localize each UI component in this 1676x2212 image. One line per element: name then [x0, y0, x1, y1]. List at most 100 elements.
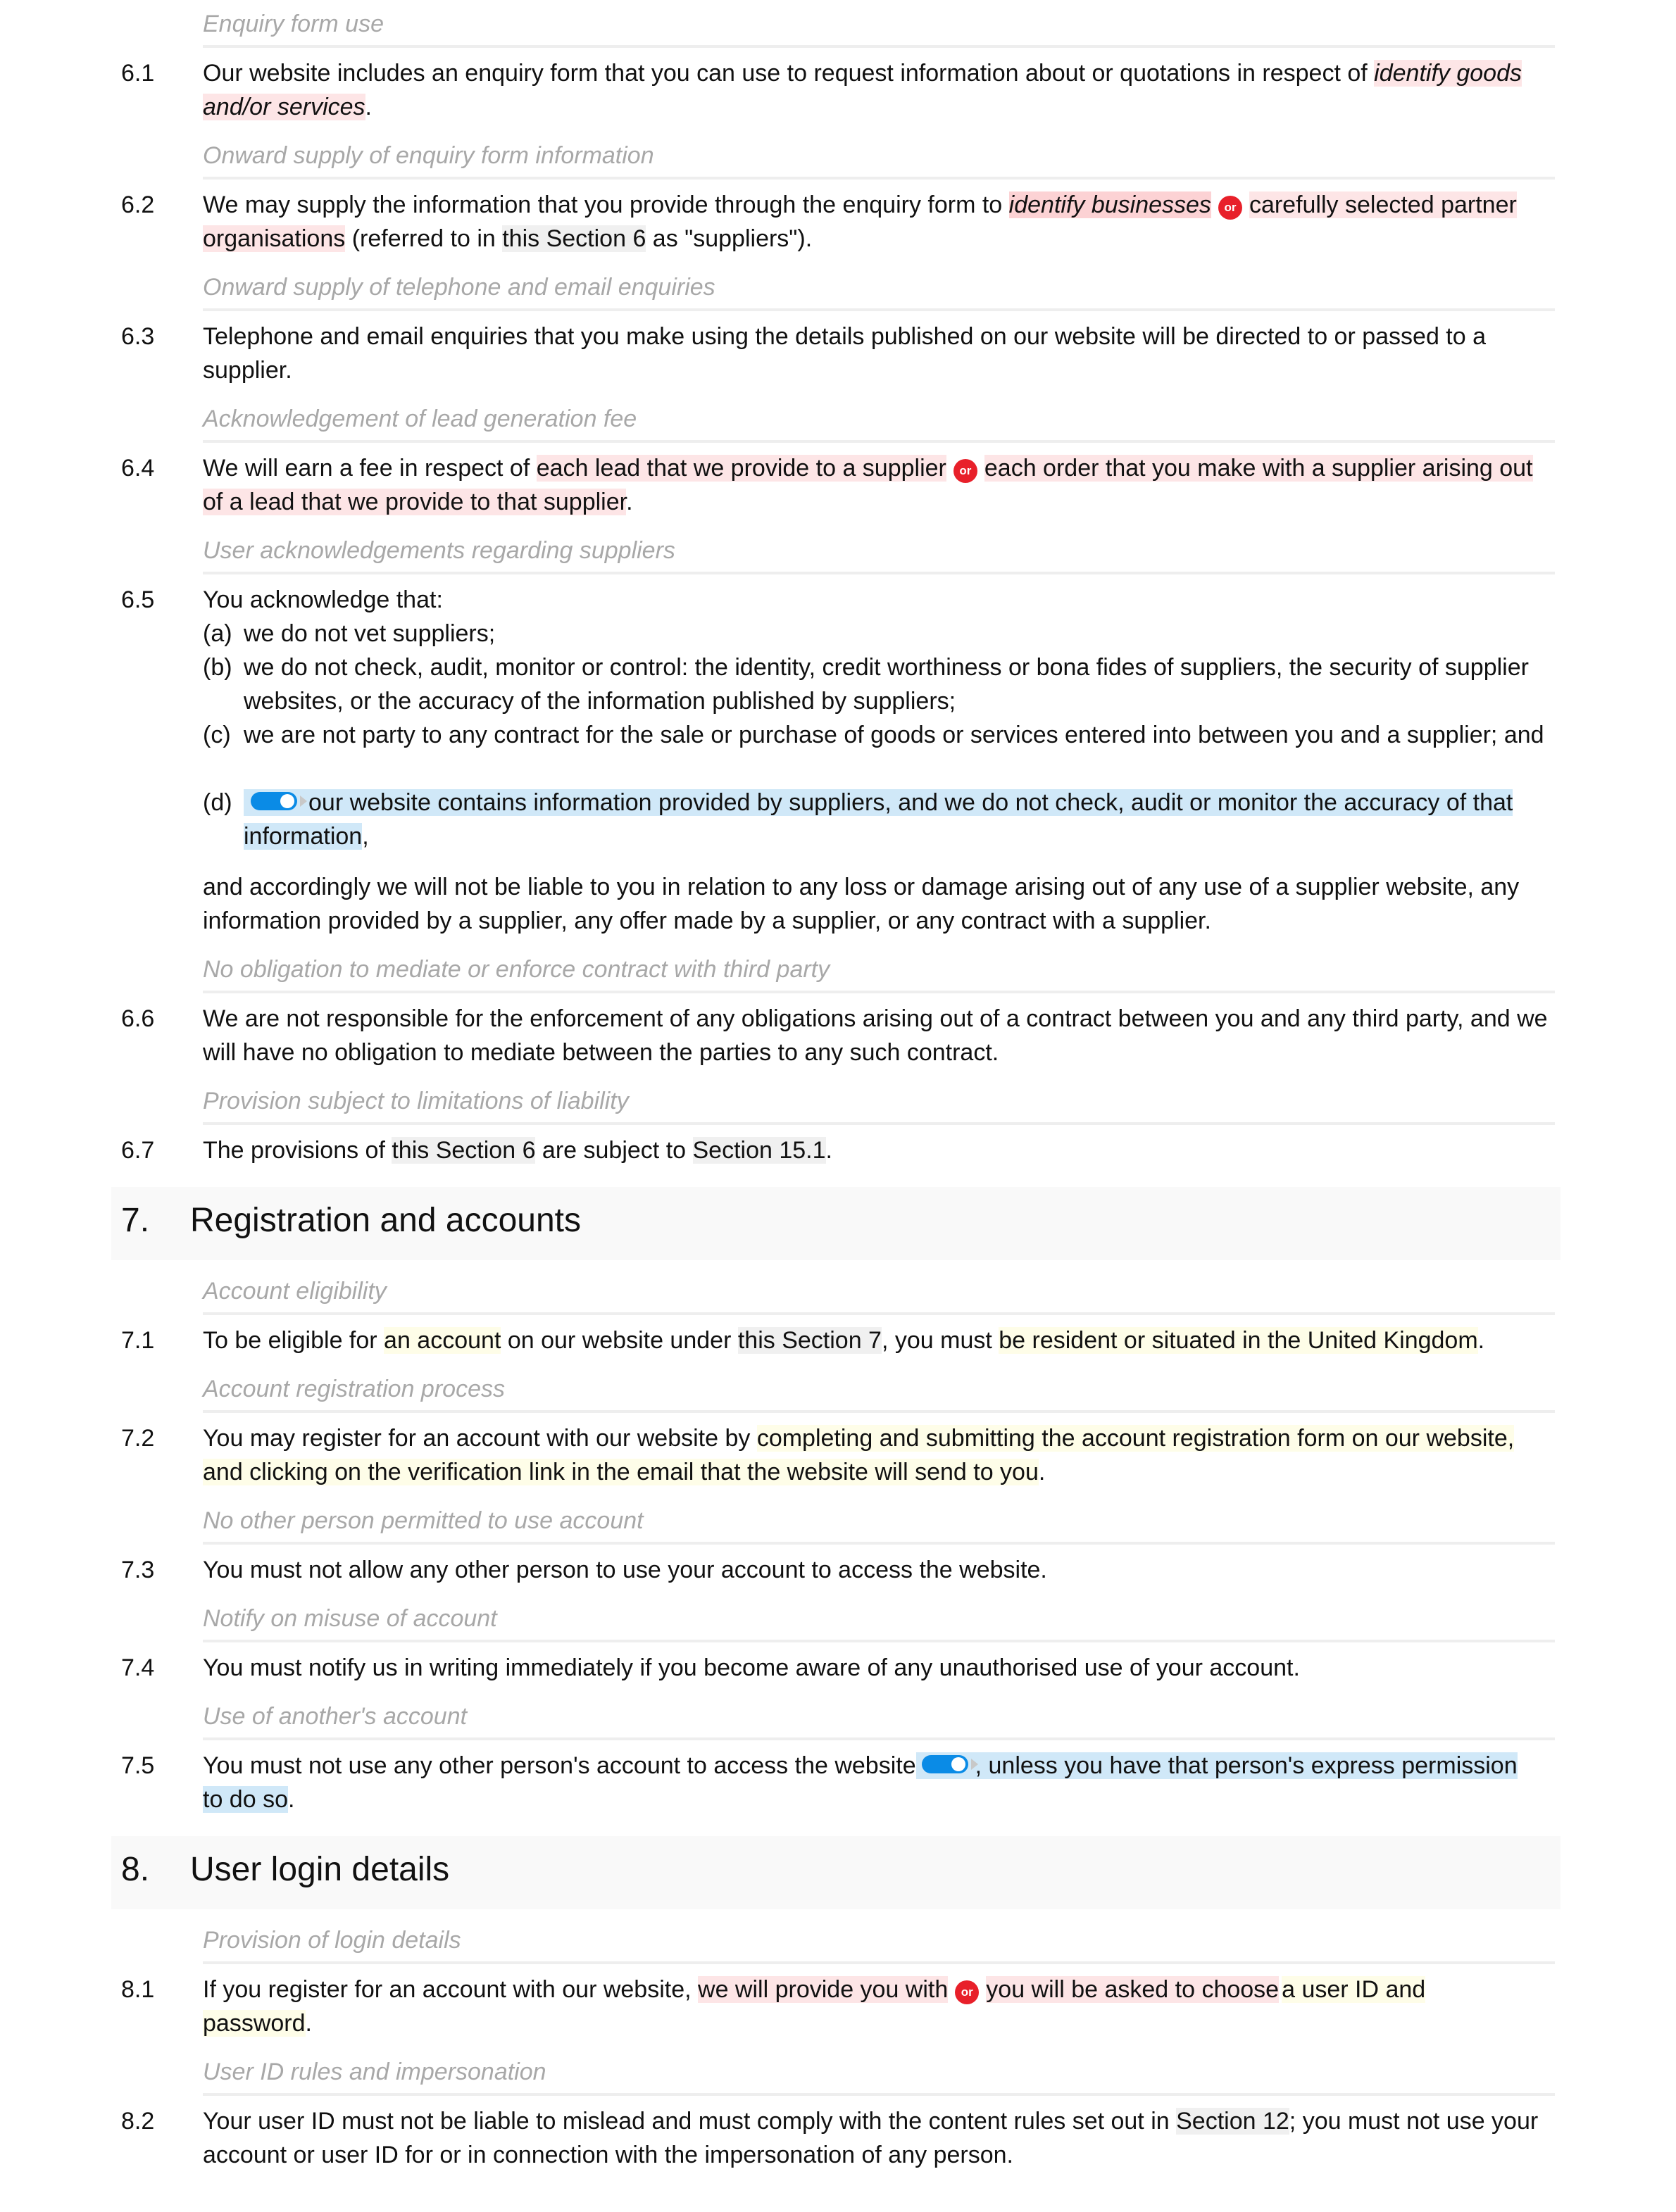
clause-text: supplier. — [203, 357, 292, 384]
clause-caption: Use of another's account — [203, 1703, 468, 1730]
sub-item-label: (a) — [203, 620, 232, 647]
option-each-order[interactable]: each order that you make with a supplier… — [984, 455, 1533, 482]
clause-text: . — [626, 489, 633, 515]
clause-number: 6.5 — [121, 586, 155, 613]
placeholder-goods-services[interactable]: identify goods — [1374, 60, 1522, 87]
clause-caption: No other person permitted to use account — [203, 1507, 644, 1534]
clause-text: on our website under — [501, 1327, 738, 1354]
option-each-lead[interactable]: each lead that we provide to a supplier — [536, 455, 946, 482]
cross-reference[interactable]: this Section 6 — [502, 225, 646, 252]
clause-caption: Notify on misuse of account — [203, 1605, 497, 1632]
caption-rule — [203, 177, 1555, 180]
caption-rule — [203, 308, 1555, 311]
clause-6-5-intro: You acknowledge that: — [203, 586, 443, 613]
section-heading: 8. User login details — [111, 1836, 1561, 1909]
variable-login-details[interactable]: a user ID and — [1282, 1976, 1426, 2003]
caption-rule — [203, 45, 1555, 48]
option-you-choose[interactable]: you will be asked to choose — [986, 1976, 1280, 2003]
sub-item-d-body: our website contains information provide… — [244, 786, 1565, 853]
optional-text: , unless you have that person's express … — [915, 1752, 1518, 1779]
clause-caption: No obligation to mediate or enforce cont… — [203, 956, 830, 983]
clause-8-2: Your user ID must not be liable to misle… — [203, 2104, 1562, 2172]
clause-caption: Onward supply of enquiry form informatio… — [203, 142, 654, 169]
cross-reference[interactable]: this Section 6 — [392, 1137, 536, 1164]
clause-number: 6.1 — [121, 60, 155, 87]
option-identify-businesses[interactable]: identify businesses — [1008, 191, 1211, 218]
clause-6-4: We will earn a fee in respect of each le… — [203, 451, 1565, 519]
or-toggle-icon[interactable]: or — [953, 459, 977, 483]
variable-registration-process[interactable]: completing and submitting the account re… — [756, 1425, 1515, 1452]
placeholder-goods-services-cont[interactable]: and/or services — [203, 94, 365, 120]
clause-text: You may register for an account with our… — [203, 1425, 757, 1452]
section-title: Registration and accounts — [190, 1202, 581, 1239]
option-we-provide[interactable]: we will provide you with — [698, 1976, 949, 2003]
clause-text: . — [825, 1137, 832, 1164]
option-partner-organisations[interactable]: carefully selected partner — [1249, 191, 1517, 218]
clause-number: 6.6 — [121, 1005, 155, 1032]
section-heading: 7. Registration and accounts — [111, 1187, 1561, 1260]
caption-rule — [203, 1312, 1555, 1315]
option-partner-organisations-cont[interactable]: organisations — [203, 225, 346, 252]
clause-caption: Acknowledgement of lead generation fee — [203, 406, 637, 432]
clause-number: 7.4 — [121, 1654, 155, 1681]
clause-number: 8.2 — [121, 2108, 155, 2135]
or-toggle-icon[interactable]: or — [1218, 196, 1242, 220]
clause-caption: Provision of login details — [203, 1927, 461, 1954]
clause-caption: Onward supply of telephone and email enq… — [203, 274, 715, 301]
clause-number: 8.1 — [121, 1976, 155, 2003]
caption-rule — [203, 440, 1555, 443]
option-each-order-cont[interactable]: of a lead that we provide to that suppli… — [203, 489, 627, 515]
clause-caption: Enquiry form use — [203, 11, 384, 37]
caption-rule — [203, 1410, 1555, 1413]
sub-item-c: (c) we are not party to any contract for… — [203, 718, 1565, 752]
sub-item-tail: , — [362, 823, 369, 850]
sub-item-b: (b) we do not check, audit, monitor or c… — [203, 651, 1565, 718]
caption-rule — [203, 2093, 1555, 2096]
caption-rule — [203, 1737, 1555, 1740]
clause-8-1: If you register for an account with our … — [203, 1973, 1565, 2040]
toggle-arrow-icon — [300, 796, 307, 807]
clause-number: 7.5 — [121, 1752, 155, 1779]
clause-number: 6.4 — [121, 455, 155, 482]
clause-7-1: To be eligible for an account on our web… — [203, 1324, 1565, 1357]
optional-text-toggle[interactable] — [921, 1755, 978, 1773]
clause-7-3: You must not allow any other person to u… — [203, 1557, 1047, 1583]
variable-registration-process-cont[interactable]: and clicking on the verification link in… — [203, 1459, 1039, 1485]
optional-text: our website contains information provide… — [244, 789, 1513, 816]
clause-6-1: Our website includes an enquiry form tha… — [203, 56, 1565, 124]
clause-number: 7.3 — [121, 1557, 155, 1583]
variable-eligibility[interactable]: be resident or situated in the United Ki… — [999, 1327, 1478, 1354]
clause-text: are subject to — [535, 1137, 693, 1164]
clause-6-6: We are not responsible for the enforceme… — [203, 1005, 1548, 1066]
sub-item-text: we do not check, audit, monitor or contr… — [244, 654, 1529, 715]
clause-text: . — [365, 94, 372, 120]
cross-reference[interactable]: Section 12 — [1176, 2108, 1289, 2135]
sub-item-label: (c) — [203, 722, 231, 748]
optional-text-content: , unless you have that person's express … — [975, 1752, 1518, 1779]
optional-text-toggle[interactable] — [251, 792, 307, 810]
clause-text: We may supply the information that you p… — [203, 191, 1009, 218]
cross-reference[interactable]: this Section 7 — [737, 1327, 882, 1354]
clause-text: as "suppliers"). — [646, 225, 813, 252]
or-toggle-icon[interactable]: or — [955, 1980, 980, 2004]
caption-rule — [203, 991, 1555, 993]
clause-number: 7.1 — [121, 1327, 155, 1354]
clause-number: 6.3 — [121, 323, 155, 350]
sub-item-a: (a) we do not vet suppliers; — [203, 617, 1565, 651]
clause-6-7: The provisions of this Section 6 are sub… — [203, 1133, 1565, 1167]
caption-rule — [203, 1961, 1555, 1964]
sub-item-text: we are not party to any contract for the… — [244, 722, 1544, 748]
clause-text: Our website includes an enquiry form tha… — [203, 60, 1375, 87]
variable-account[interactable]: an account — [384, 1327, 501, 1354]
cross-reference[interactable]: Section 15.1 — [692, 1137, 826, 1164]
clause-7-5: You must not use any other person's acco… — [203, 1749, 1565, 1816]
variable-login-details-cont[interactable]: password — [203, 2010, 306, 2037]
clause-7-2: You may register for an account with our… — [203, 1421, 1565, 1489]
clause-6-5-outro: and accordingly we will not be liable to… — [203, 874, 1520, 934]
section-title: User login details — [190, 1851, 450, 1888]
clause-text: . — [1038, 1459, 1046, 1485]
clause-text: Your user ID must not be liable to misle… — [203, 2108, 1177, 2135]
clause-6-3: Telephone and email enquiries that you m… — [203, 320, 1565, 387]
section-number: 8. — [121, 1851, 150, 1888]
caption-rule — [203, 1122, 1555, 1125]
